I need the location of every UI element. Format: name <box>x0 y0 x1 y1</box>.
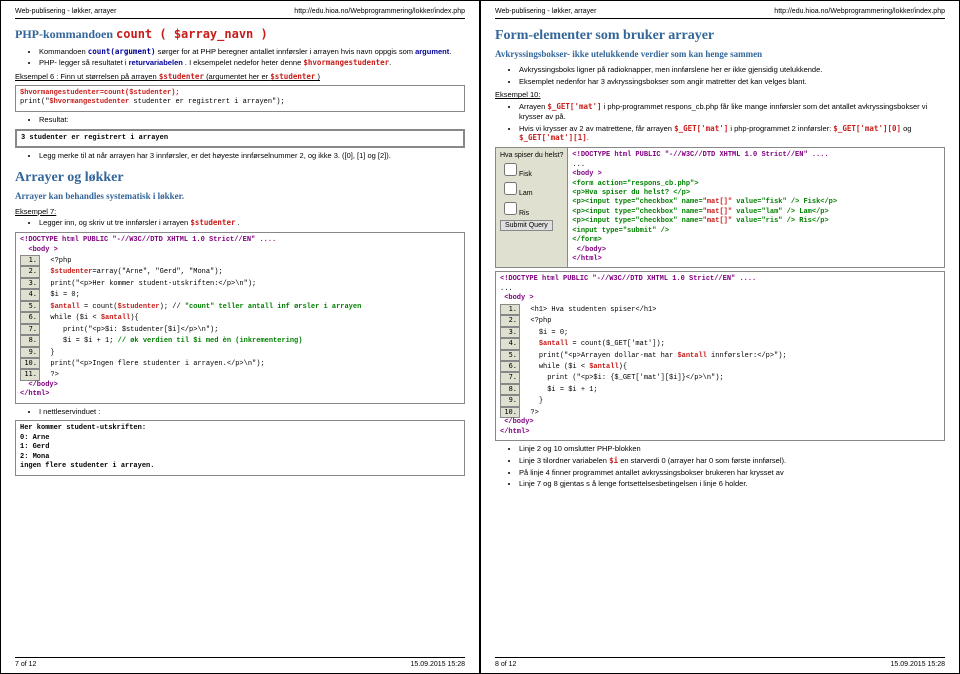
page-header: Web-publisering - løkker, arrayer http:/… <box>495 7 945 19</box>
code-box: $hvormangestudenter=count($studenter); p… <box>15 85 465 112</box>
subheading: Avkryssingsbokser- ikke utelukkende verd… <box>495 49 945 61</box>
form-code: <!DOCTYPE html PUBLIC "-//W3C//DTD XHTML… <box>568 148 944 267</box>
bullet: I nettleservinduet : <box>39 407 465 417</box>
bullet: Arrayen $_GET['mat'] i php-programmet re… <box>519 102 945 122</box>
header-title: Web-publisering - løkker, arrayer <box>15 7 116 16</box>
bullet: Kommandoen count(argument) sørger for at… <box>39 47 465 57</box>
example-7-label: Eksempel 7: <box>15 207 465 217</box>
bullet: Legger inn, og skriv ut tre innførsler i… <box>39 218 465 228</box>
bullet: Linje 7 og 8 gjentas s å lenge fortsette… <box>519 479 945 489</box>
example-6-label: Eksempel 6 : Finn ut størrelsen på array… <box>15 72 465 82</box>
bullet: På linje 4 finner programmet antallet av… <box>519 468 945 478</box>
bullet: Eksemplet nedenfor har 3 avkryssingsboks… <box>519 77 945 87</box>
bullet: Legg merke til at når arrayen har 3 innf… <box>39 151 465 161</box>
page-8: Web-publisering - løkker, arrayer http:/… <box>480 0 960 674</box>
form-preview: Hva spiser du helst? Fisk Lam Ris Submit… <box>496 148 568 267</box>
page-7: Web-publisering - løkker, arrayer http:/… <box>0 0 480 674</box>
bullet: Linje 2 og 10 omslutter PHP-blokken <box>519 444 945 454</box>
output-box: Her kommer student-utskriften: 0: Arne 1… <box>15 420 465 475</box>
section-form-elements: Form-elementer som bruker arrayer <box>495 27 945 45</box>
bullet: Avkryssingsboks ligner på radioknapper, … <box>519 65 945 75</box>
form-and-code: Hva spiser du helst? Fisk Lam Ris Submit… <box>495 147 945 268</box>
example-10-label: Eksempel 10: <box>495 90 945 100</box>
page-footer: 7 of 12 15.09.2015 15:28 <box>15 657 465 669</box>
page-footer: 8 of 12 15.09.2015 15:28 <box>495 657 945 669</box>
section-arrays-loops: Arrayer og løkker <box>15 169 465 187</box>
bullet: PHP- legger så resultatet i returvariabe… <box>39 58 465 68</box>
code-box-ex7: <!DOCTYPE html PUBLIC "-//W3C//DTD XHTML… <box>15 232 465 404</box>
checkbox-fisk[interactable] <box>504 163 517 176</box>
page-header: Web-publisering - løkker, arrayer http:/… <box>15 7 465 19</box>
section-count-title: PHP-kommandoen count ( $array_navn ) <box>15 27 465 43</box>
bullet: Linje 3 tilordner variabelen $i en starv… <box>519 456 945 466</box>
submit-button[interactable]: Submit Query <box>500 220 553 231</box>
bullet: Hvis vi krysser av 2 av matrettene, får … <box>519 124 945 144</box>
checkbox-ris[interactable] <box>504 202 517 215</box>
bullet: Resultat: <box>39 115 465 125</box>
checkbox-lam[interactable] <box>504 182 517 195</box>
result-box: 3 studenter er registrert i arrayen <box>15 129 465 148</box>
response-code: <!DOCTYPE html PUBLIC "-//W3C//DTD XHTML… <box>495 271 945 441</box>
subheading: Arrayer kan behandles systematisk i løkk… <box>15 191 465 203</box>
bullet-list: Kommandoen count(argument) sørger for at… <box>15 47 465 69</box>
header-url: http://edu.hioa.no/Webprogrammering/lokk… <box>294 7 465 16</box>
